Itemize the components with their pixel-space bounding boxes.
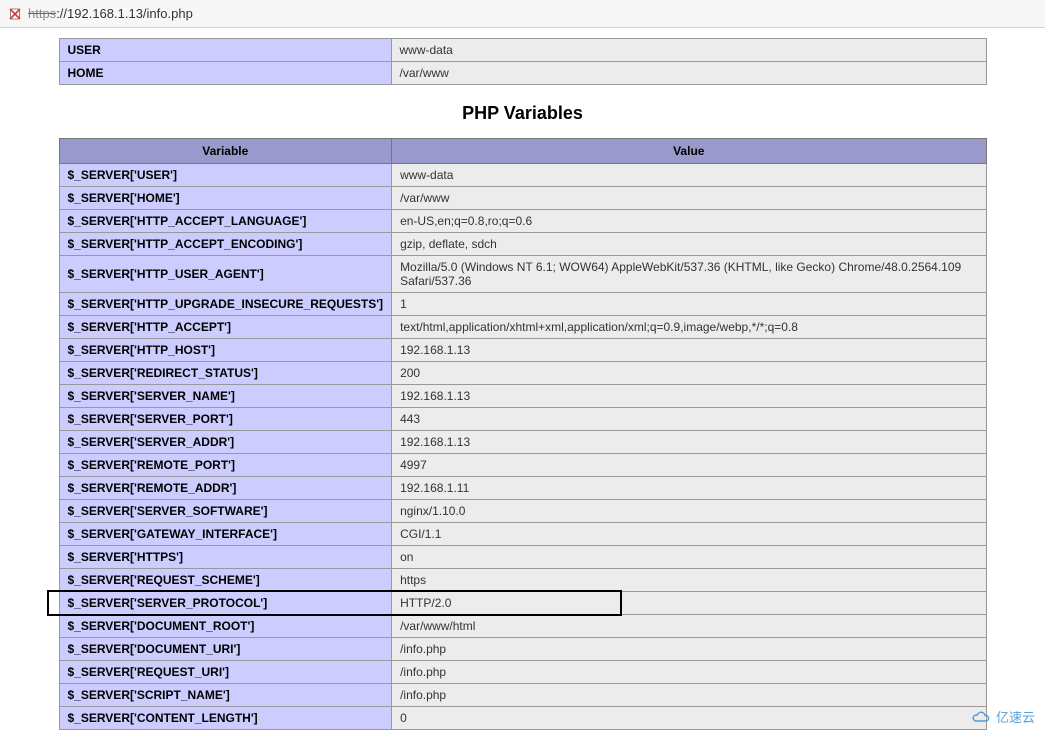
table-row: $_SERVER['GATEWAY_INTERFACE']CGI/1.1: [59, 523, 986, 546]
table-row: $_SERVER['SERVER_PROTOCOL']HTTP/2.0: [59, 592, 986, 615]
vars-table-wrapper: Variable Value $_SERVER['USER']www-data$…: [59, 138, 987, 730]
col-header-variable: Variable: [59, 139, 392, 164]
watermark-cloud-icon: [970, 710, 992, 724]
section-title: PHP Variables: [59, 103, 987, 124]
php-var-name: $_SERVER['HTTP_UPGRADE_INSECURE_REQUESTS…: [59, 293, 392, 316]
table-row: $_SERVER['HOME']/var/www: [59, 187, 986, 210]
php-var-value: /var/www: [392, 187, 986, 210]
php-var-name: $_SERVER['REDIRECT_STATUS']: [59, 362, 392, 385]
php-var-name: $_SERVER['HTTP_HOST']: [59, 339, 392, 362]
php-var-name: $_SERVER['SERVER_NAME']: [59, 385, 392, 408]
table-row: $_SERVER['SERVER_SOFTWARE']nginx/1.10.0: [59, 500, 986, 523]
php-var-value: nginx/1.10.0: [392, 500, 986, 523]
php-var-value: www-data: [392, 164, 986, 187]
php-var-name: $_SERVER['REQUEST_URI']: [59, 661, 392, 684]
table-row: HOME/var/www: [59, 62, 986, 85]
table-row: $_SERVER['CONTENT_LENGTH']0: [59, 707, 986, 730]
php-var-value: CGI/1.1: [392, 523, 986, 546]
table-row: $_SERVER['REQUEST_URI']/info.php: [59, 661, 986, 684]
php-var-name: $_SERVER['HTTP_ACCEPT_ENCODING']: [59, 233, 392, 256]
table-row: $_SERVER['HTTP_HOST']192.168.1.13: [59, 339, 986, 362]
php-var-value: 192.168.1.13: [392, 431, 986, 454]
address-bar[interactable]: https://192.168.1.13/info.php: [0, 0, 1045, 28]
php-var-name: $_SERVER['REQUEST_SCHEME']: [59, 569, 392, 592]
php-var-value: en-US,en;q=0.8,ro;q=0.6: [392, 210, 986, 233]
php-var-name: $_SERVER['USER']: [59, 164, 392, 187]
php-var-name: $_SERVER['DOCUMENT_URI']: [59, 638, 392, 661]
url-display[interactable]: https://192.168.1.13/info.php: [28, 6, 193, 21]
env-var-name: USER: [59, 39, 391, 62]
env-var-value: /var/www: [391, 62, 986, 85]
table-row: $_SERVER['SCRIPT_NAME']/info.php: [59, 684, 986, 707]
table-row: $_SERVER['SERVER_ADDR']192.168.1.13: [59, 431, 986, 454]
php-var-value: on: [392, 546, 986, 569]
php-var-value: 443: [392, 408, 986, 431]
table-row: $_SERVER['SERVER_PORT']443: [59, 408, 986, 431]
table-row: USERwww-data: [59, 39, 986, 62]
table-row: $_SERVER['HTTP_USER_AGENT']Mozilla/5.0 (…: [59, 256, 986, 293]
table-row: $_SERVER['USER']www-data: [59, 164, 986, 187]
table-row: $_SERVER['HTTP_ACCEPT']text/html,applica…: [59, 316, 986, 339]
table-row: $_SERVER['HTTPS']on: [59, 546, 986, 569]
table-row: $_SERVER['DOCUMENT_URI']/info.php: [59, 638, 986, 661]
environment-table: USERwww-dataHOME/var/www: [59, 38, 987, 85]
php-var-name: $_SERVER['REMOTE_ADDR']: [59, 477, 392, 500]
php-var-value: gzip, deflate, sdch: [392, 233, 986, 256]
env-var-value: www-data: [391, 39, 986, 62]
php-var-value: text/html,application/xhtml+xml,applicat…: [392, 316, 986, 339]
table-row: $_SERVER['REMOTE_PORT']4997: [59, 454, 986, 477]
php-var-value: 192.168.1.13: [392, 339, 986, 362]
php-variables-table: Variable Value $_SERVER['USER']www-data$…: [59, 138, 987, 730]
col-header-value: Value: [392, 139, 986, 164]
php-var-name: $_SERVER['HOME']: [59, 187, 392, 210]
php-var-value: 192.168.1.11: [392, 477, 986, 500]
php-var-value: 4997: [392, 454, 986, 477]
php-var-name: $_SERVER['GATEWAY_INTERFACE']: [59, 523, 392, 546]
php-var-value: 200: [392, 362, 986, 385]
table-row: $_SERVER['HTTP_ACCEPT_ENCODING']gzip, de…: [59, 233, 986, 256]
php-var-name: $_SERVER['SERVER_SOFTWARE']: [59, 500, 392, 523]
php-var-name: $_SERVER['SCRIPT_NAME']: [59, 684, 392, 707]
php-var-name: $_SERVER['SERVER_PROTOCOL']: [59, 592, 392, 615]
php-var-name: $_SERVER['DOCUMENT_ROOT']: [59, 615, 392, 638]
env-var-name: HOME: [59, 62, 391, 85]
url-scheme: https: [28, 6, 56, 21]
table-row: $_SERVER['HTTP_ACCEPT_LANGUAGE']en-US,en…: [59, 210, 986, 233]
php-var-value: /info.php: [392, 638, 986, 661]
php-var-value: /var/www/html: [392, 615, 986, 638]
table-row: $_SERVER['HTTP_UPGRADE_INSECURE_REQUESTS…: [59, 293, 986, 316]
php-var-value: Mozilla/5.0 (Windows NT 6.1; WOW64) Appl…: [392, 256, 986, 293]
php-var-value: /info.php: [392, 661, 986, 684]
php-var-name: $_SERVER['CONTENT_LENGTH']: [59, 707, 392, 730]
insecure-https-icon: [8, 7, 22, 21]
php-var-name: $_SERVER['HTTPS']: [59, 546, 392, 569]
table-row: $_SERVER['DOCUMENT_ROOT']/var/www/html: [59, 615, 986, 638]
watermark-text: 亿速云: [996, 707, 1035, 726]
php-var-value: /info.php: [392, 684, 986, 707]
url-path: ://192.168.1.13/info.php: [56, 6, 193, 21]
table-row: $_SERVER['REDIRECT_STATUS']200: [59, 362, 986, 385]
table-row: $_SERVER['REMOTE_ADDR']192.168.1.11: [59, 477, 986, 500]
php-var-value: 0: [392, 707, 986, 730]
php-var-value: 192.168.1.13: [392, 385, 986, 408]
watermark: 亿速云: [970, 707, 1035, 726]
php-var-name: $_SERVER['SERVER_ADDR']: [59, 431, 392, 454]
php-var-name: $_SERVER['HTTP_ACCEPT_LANGUAGE']: [59, 210, 392, 233]
php-var-name: $_SERVER['HTTP_USER_AGENT']: [59, 256, 392, 293]
table-row: $_SERVER['SERVER_NAME']192.168.1.13: [59, 385, 986, 408]
php-var-name: $_SERVER['REMOTE_PORT']: [59, 454, 392, 477]
table-row: $_SERVER['REQUEST_SCHEME']https: [59, 569, 986, 592]
php-var-value: HTTP/2.0: [392, 592, 986, 615]
php-var-value: https: [392, 569, 986, 592]
php-var-value: 1: [392, 293, 986, 316]
php-var-name: $_SERVER['HTTP_ACCEPT']: [59, 316, 392, 339]
php-var-name: $_SERVER['SERVER_PORT']: [59, 408, 392, 431]
